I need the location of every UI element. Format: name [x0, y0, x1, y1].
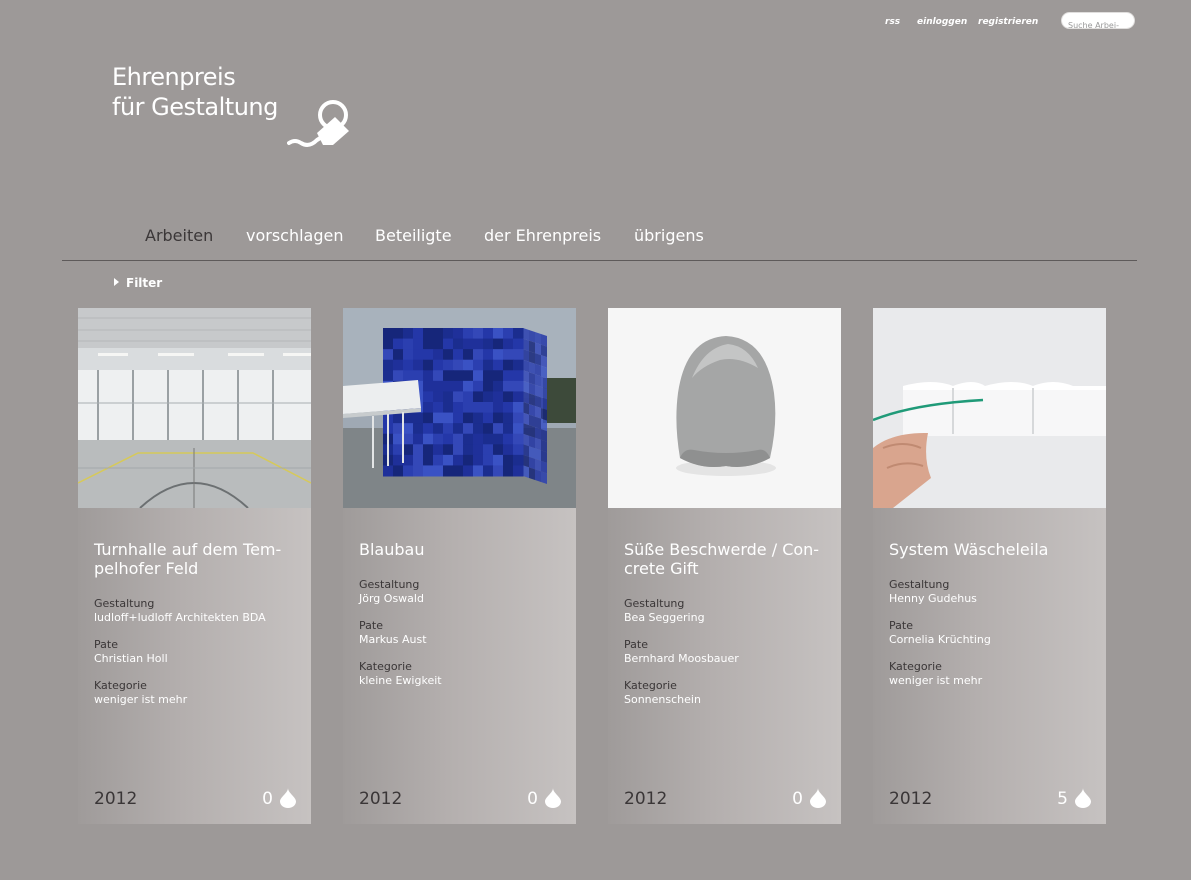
nav-beteiligte[interactable]: Beteiligte	[375, 226, 452, 245]
search-box	[1061, 12, 1135, 33]
card-pate: Pate Cornelia Krüchting	[889, 619, 991, 646]
card-title: Blaubau	[359, 540, 425, 559]
logo-line-2: für Gestaltung	[112, 93, 278, 121]
nav-der-ehrenpreis[interactable]: der Ehrenpreis	[484, 226, 601, 245]
card-category: Kategorie kleine Ewigkeit	[359, 660, 442, 687]
register-link[interactable]: registrieren	[978, 17, 1038, 27]
search-input[interactable]	[1062, 18, 1134, 33]
site-logo[interactable]: Ehrenpreis für Gestaltung	[112, 62, 278, 122]
card-design: Gestaltung Henny Gudehus	[889, 578, 977, 605]
vote-count: 0	[792, 789, 803, 809]
card-pate: Pate Christian Holl	[94, 638, 168, 665]
card-pate: Pate Markus Aust	[359, 619, 427, 646]
rss-link[interactable]: rss	[885, 17, 900, 27]
card-design: Gestaltung Bea Seggering	[624, 597, 705, 624]
filter-toggle[interactable]: Filter	[114, 276, 162, 290]
card-year: 2012	[624, 789, 668, 809]
triangle-right-icon	[114, 278, 119, 286]
wall-hook-image	[873, 308, 1106, 508]
drop-icon[interactable]	[545, 788, 561, 808]
card-category: Kategorie Sonnenschein	[624, 679, 701, 706]
project-card-system-waescheleila[interactable]: System Wäscheleila Gestaltung Henny Gudeh…	[873, 308, 1106, 824]
main-nav: Arbeiten vorschlagen Beteiligte der Ehre…	[0, 226, 1191, 248]
blue-cube-image	[343, 308, 576, 508]
gym-hall-image	[78, 308, 311, 508]
card-category: Kategorie weniger ist mehr	[889, 660, 983, 687]
card-pate: Pate Bernhard Moosbauer	[624, 638, 739, 665]
nav-arbeiten[interactable]: Arbeiten	[145, 226, 213, 245]
nav-uebrigens[interactable]: übrigens	[634, 226, 704, 245]
card-design: Gestaltung ludloff+ludloff Architekten BD…	[94, 597, 266, 624]
card-year: 2012	[889, 789, 933, 809]
nav-divider	[62, 260, 1137, 261]
card-year: 2012	[359, 789, 403, 809]
drop-icon[interactable]	[1075, 788, 1091, 808]
project-card-suesse-beschwerde[interactable]: Süße Beschwerde / Con- crete Gift Gestal…	[608, 308, 841, 824]
project-card-blaubau[interactable]: Blaubau Gestaltung Jörg Oswald Pate Markus…	[343, 308, 576, 824]
top-bar: rss einloggen registrieren	[0, 15, 1191, 29]
vote-count: 5	[1057, 789, 1068, 809]
card-title: System Wäscheleila	[889, 540, 1049, 559]
card-title: Turnhalle auf dem Tem- pelhofer Feld	[94, 540, 282, 578]
concrete-object-image	[608, 308, 841, 508]
vote-count: 0	[262, 789, 273, 809]
vote-count: 0	[527, 789, 538, 809]
project-card-turnhalle[interactable]: Turnhalle auf dem Tem- pelhofer Feld Ges…	[78, 308, 311, 824]
filter-label: Filter	[126, 276, 163, 290]
card-year: 2012	[94, 789, 138, 809]
watering-can-icon	[287, 100, 349, 147]
card-design: Gestaltung Jörg Oswald	[359, 578, 424, 605]
logo-line-1: Ehrenpreis	[112, 63, 236, 91]
drop-icon[interactable]	[810, 788, 826, 808]
card-title: Süße Beschwerde / Con- crete Gift	[624, 540, 820, 578]
nav-vorschlagen[interactable]: vorschlagen	[246, 226, 344, 245]
login-link[interactable]: einloggen	[917, 17, 967, 27]
card-category: Kategorie weniger ist mehr	[94, 679, 188, 706]
drop-icon[interactable]	[280, 788, 296, 808]
